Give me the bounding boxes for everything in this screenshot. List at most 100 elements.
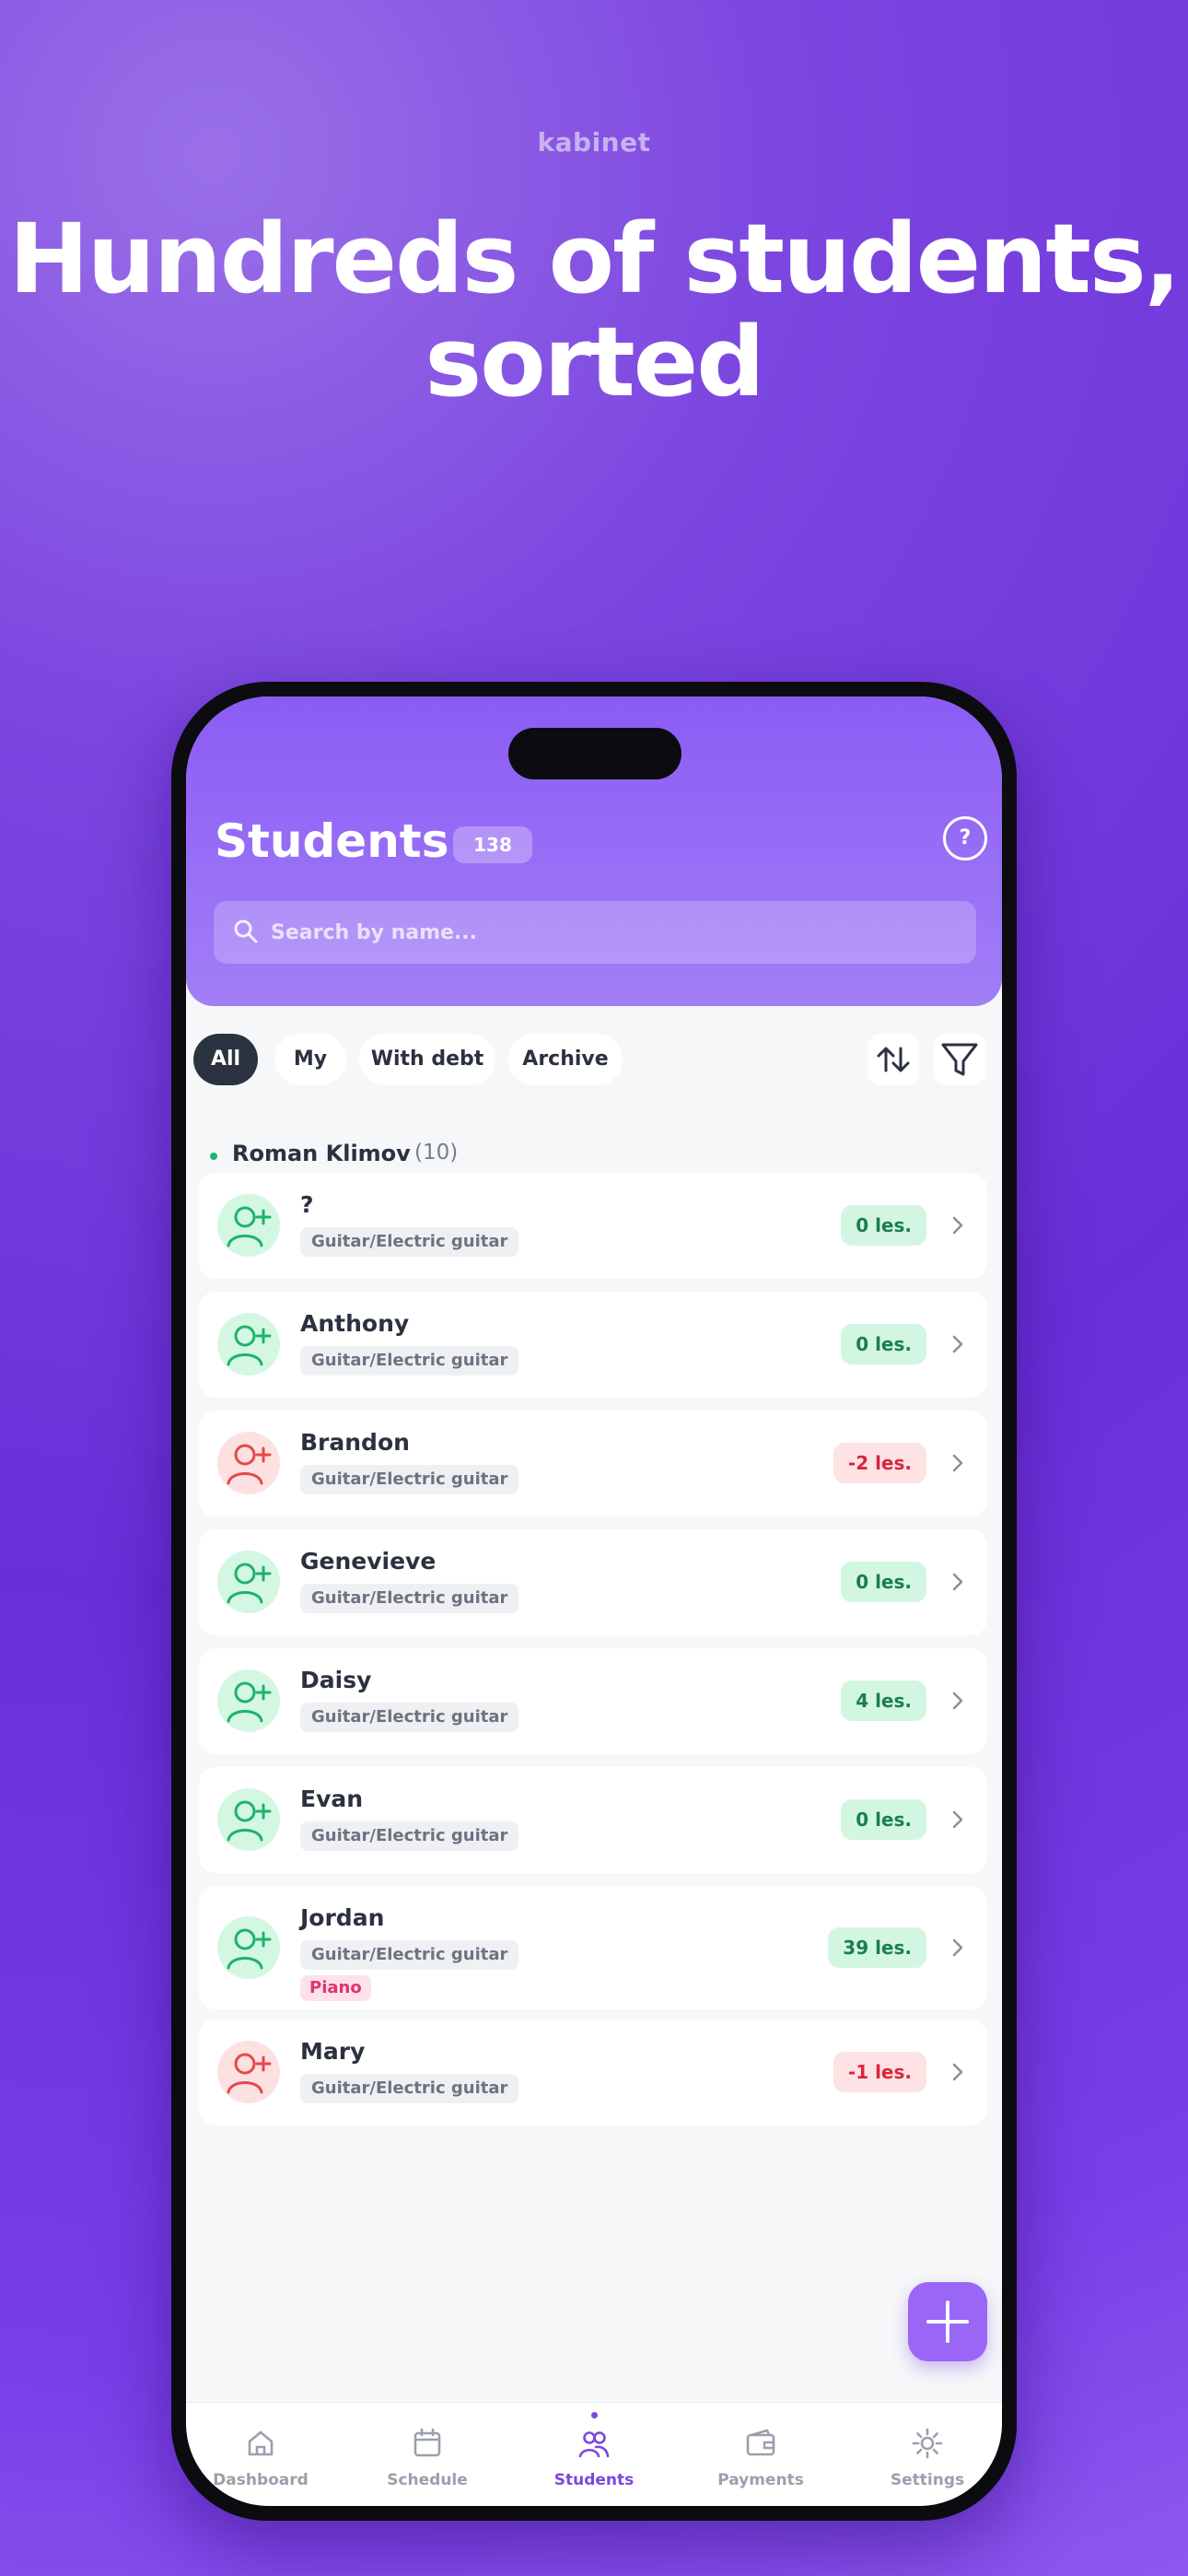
student-row[interactable]: Jordan Guitar/Electric guitar Piano 39 les. [199, 1886, 987, 2009]
headline: Hundreds of students, sorted [0, 207, 1188, 414]
student-row[interactable]: Mary Guitar/Electric guitar -1 les. [199, 2020, 987, 2125]
home-icon [248, 2430, 274, 2456]
instrument-tag: Guitar/Electric guitar [300, 1227, 519, 1257]
lessons-balance-badge: 4 les. [841, 1680, 926, 1721]
instrument-tag: Guitar/Electric guitar [300, 1465, 519, 1494]
add-user-icon [227, 1928, 272, 1970]
student-name: Mary [300, 2038, 366, 2065]
student-row[interactable]: Daisy Guitar/Electric guitar 4 les. [199, 1648, 987, 1754]
instrument-tag: Guitar/Electric guitar [300, 2074, 519, 2103]
nav-payments[interactable]: Payments [687, 2403, 834, 2506]
add-user-icon [227, 1206, 272, 1247]
chevron-right-icon [952, 1454, 963, 1472]
filter-icon [941, 1043, 978, 1076]
chevron-right-icon [952, 1692, 963, 1710]
students-count-badge: 138 [453, 826, 532, 863]
nav-students[interactable]: Students [520, 2403, 668, 2506]
plus-icon [926, 2301, 969, 2343]
student-avatar [217, 2041, 280, 2103]
student-name: Evan [300, 1786, 364, 1812]
search-icon [234, 919, 258, 943]
headline-line-1: Hundreds of students, [8, 203, 1182, 315]
filter-tab-archive[interactable]: Archive [508, 1034, 623, 1085]
student-name: Jordan [300, 1904, 385, 1931]
chevron-right-icon [952, 1938, 963, 1957]
lessons-balance-badge: 0 les. [841, 1205, 926, 1246]
sort-button[interactable] [868, 1034, 919, 1085]
wallet-icon [746, 2429, 775, 2456]
nav-students-label: Students [553, 2471, 635, 2489]
headline-line-2: sorted [425, 306, 764, 418]
active-indicator-dot [591, 2412, 598, 2418]
instrument-tag: Guitar/Electric guitar [300, 1584, 519, 1613]
gear-icon [912, 2428, 943, 2459]
teacher-name: Roman Klimov [232, 1141, 411, 1166]
teacher-student-count: (10) [414, 1141, 459, 1165]
nav-settings-label: Settings [890, 2471, 965, 2489]
student-avatar [217, 1313, 280, 1376]
student-row[interactable]: Anthony Guitar/Electric guitar 0 les. [199, 1292, 987, 1398]
student-avatar [217, 1916, 280, 1979]
add-student-button[interactable] [908, 2282, 987, 2361]
nav-dashboard[interactable]: Dashboard [187, 2403, 334, 2506]
student-avatar [217, 1669, 280, 1732]
student-avatar [217, 1194, 280, 1257]
lessons-balance-badge: 0 les. [841, 1324, 926, 1364]
nav-settings[interactable]: Settings [854, 2403, 1001, 2506]
add-user-icon [227, 1681, 272, 1723]
lessons-balance-badge: 0 les. [841, 1799, 926, 1840]
instrument-tag: Guitar/Electric guitar [300, 1940, 519, 1970]
lessons-balance-badge: 39 les. [828, 1927, 926, 1968]
student-row[interactable]: Genevieve Guitar/Electric guitar 0 les. [199, 1529, 987, 1635]
dynamic-island [508, 728, 681, 779]
filter-tab-my[interactable]: My [274, 1034, 346, 1085]
chevron-right-icon [952, 1335, 963, 1353]
app-screen: Students 138 ? All My With debt Archive [186, 697, 1002, 2506]
lessons-balance-badge: -1 les. [833, 2052, 926, 2092]
chevron-right-icon [952, 1810, 963, 1829]
student-row[interactable]: Brandon Guitar/Electric guitar -2 les. [199, 1411, 987, 1516]
student-row[interactable]: ? Guitar/Electric guitar 0 les. [199, 1173, 987, 1279]
nav-schedule[interactable]: Schedule [354, 2403, 501, 2506]
filter-button[interactable] [934, 1034, 985, 1085]
instrument-tag: Guitar/Electric guitar [300, 1346, 519, 1376]
instrument-tag: Guitar/Electric guitar [300, 1703, 519, 1732]
instrument-tag: Guitar/Electric guitar [300, 1821, 519, 1851]
page-title: Students [215, 814, 449, 868]
student-name: Anthony [300, 1310, 410, 1337]
search-bar[interactable] [214, 901, 976, 964]
add-user-icon [227, 2053, 272, 2094]
chevron-right-icon [952, 1573, 963, 1591]
add-user-icon [227, 1563, 272, 1604]
student-avatar [217, 1788, 280, 1851]
filter-tab-with-debt[interactable]: With debt [359, 1034, 495, 1085]
student-name: Brandon [300, 1429, 410, 1456]
sort-icon [877, 1047, 910, 1072]
student-name: ? [300, 1191, 314, 1218]
add-user-icon [227, 1444, 272, 1485]
nav-schedule-label: Schedule [387, 2471, 468, 2489]
filter-tab-all[interactable]: All [193, 1034, 258, 1085]
add-user-icon [227, 1800, 272, 1842]
calendar-icon [413, 2428, 441, 2457]
chevron-right-icon [952, 2063, 963, 2081]
search-input[interactable] [271, 901, 952, 964]
student-avatar [217, 1551, 280, 1613]
student-row[interactable]: Evan Guitar/Electric guitar 0 les. [199, 1767, 987, 1873]
add-user-icon [227, 1325, 272, 1366]
student-name: Genevieve [300, 1548, 437, 1575]
lessons-balance-badge: -2 les. [833, 1443, 926, 1483]
nav-dashboard-label: Dashboard [213, 2471, 309, 2489]
student-name: Daisy [300, 1667, 372, 1693]
chevron-right-icon [952, 1216, 963, 1235]
students-icon [578, 2431, 610, 2458]
instrument-tag-secondary: Piano [300, 1975, 371, 2001]
group-status-dot [210, 1153, 217, 1160]
nav-payments-label: Payments [717, 2471, 804, 2489]
lessons-balance-badge: 0 les. [841, 1562, 926, 1602]
help-button[interactable]: ? [943, 816, 987, 861]
brand-name: kabinet [537, 127, 651, 158]
student-avatar [217, 1432, 280, 1494]
bottom-navigation: Dashboard Schedule Students Payments Set… [186, 2402, 1002, 2506]
phone-frame: Students 138 ? All My With debt Archive [171, 682, 1017, 2521]
